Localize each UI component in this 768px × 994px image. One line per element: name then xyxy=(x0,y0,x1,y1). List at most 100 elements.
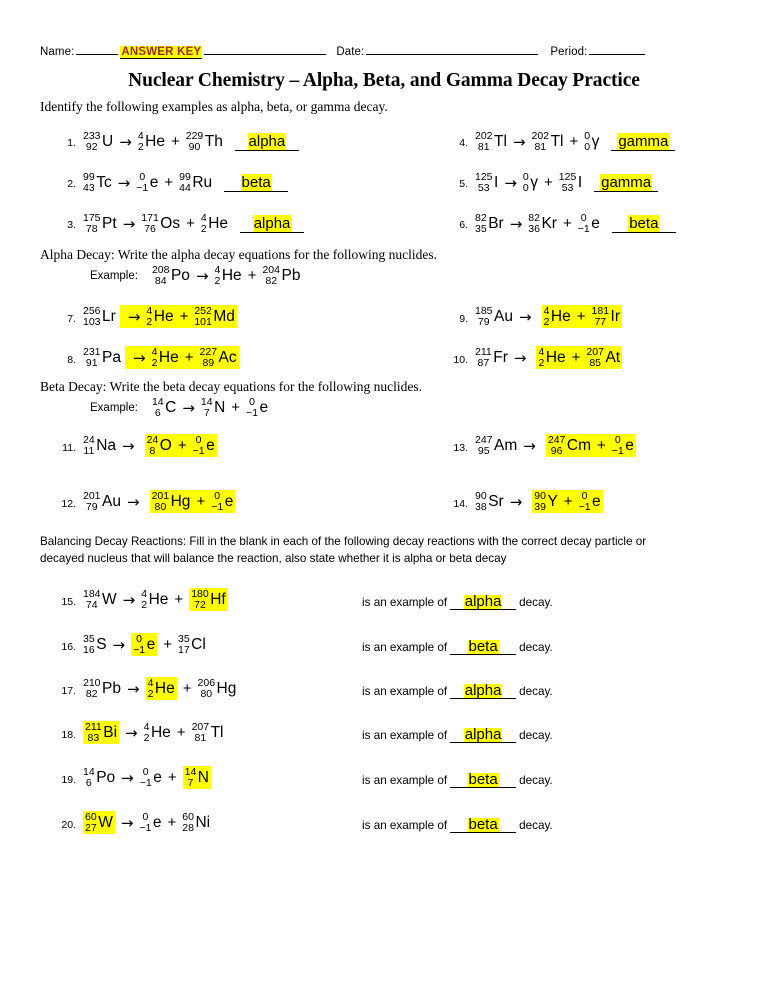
atomic-number: −1 xyxy=(611,444,624,457)
problem-number: 13. xyxy=(453,442,468,455)
answer-equation[interactable]: 4 2 He +181 77 Ir xyxy=(541,305,623,329)
mass-atomic-number: 125 53 xyxy=(559,172,577,193)
answer-equation[interactable]: 24 8 O +0 −1 e xyxy=(144,434,217,458)
decay-type-blank[interactable]: beta xyxy=(450,639,517,655)
nuclide-pt: 175 78 Pt xyxy=(83,213,117,234)
element-symbol: Tl xyxy=(550,132,564,150)
mass-atomic-number: 82 35 xyxy=(475,213,487,234)
atomic-number: 84 xyxy=(154,274,167,287)
answer-equation[interactable]: 201 80 Hg +0 −1 e xyxy=(149,490,236,514)
mass-atomic-number: 252 101 xyxy=(194,306,212,327)
decay-equation[interactable]: 184 74 W → 4 2 He +180 72 Hf xyxy=(83,588,228,612)
section2-example: Example: 208 84 Po → 4 2 He +204 82 Pb xyxy=(90,265,300,286)
mass-atomic-number: 207 85 xyxy=(586,347,604,368)
answer-blank[interactable]: alpha xyxy=(240,214,305,233)
answer-equation[interactable]: 4 2 He +207 85 At xyxy=(536,346,623,370)
element-symbol: He xyxy=(145,132,165,150)
nuclide-ir: 181 77 Ir xyxy=(592,306,621,327)
element-symbol: Au xyxy=(494,307,513,325)
atomic-number: −1 xyxy=(133,643,146,656)
answer-blank[interactable]: beta xyxy=(611,214,676,233)
decay-equation[interactable]: 211 83 Bi → 4 2 He +207 81 Tl xyxy=(83,721,224,745)
plus-operator: + xyxy=(170,133,180,151)
decay-equation[interactable]: 60 27 W → 0 −1 e +60 28 Ni xyxy=(83,811,210,835)
atomic-number: 7 xyxy=(187,776,194,789)
element-symbol: Na xyxy=(96,436,117,454)
answer-equation[interactable]: → 4 2 He +227 89 Ac xyxy=(125,346,239,370)
section4-instruction-line1: Balancing Decay Reactions: Fill in the b… xyxy=(40,535,647,548)
element-symbol: e xyxy=(146,635,156,653)
answer-equation[interactable]: → 4 2 He +252 101 Md xyxy=(119,305,237,329)
yields-arrow: → xyxy=(122,214,136,233)
nuclide-po: 208 84 Po xyxy=(152,265,190,286)
atomic-number: −1 xyxy=(578,500,591,513)
nuclide-n: 14 7 N xyxy=(182,766,211,790)
nuclide-he: 4 2 He xyxy=(146,306,173,327)
mass-atomic-number: 233 92 xyxy=(83,131,101,152)
element-symbol: He xyxy=(153,307,174,325)
mass-atomic-number: 14 7 xyxy=(185,767,197,788)
mass-atomic-number: 42 xyxy=(148,678,154,699)
problem-number: 18. xyxy=(61,729,76,742)
yields-arrow: → xyxy=(513,348,527,367)
decay-type-blank[interactable]: alpha xyxy=(450,683,517,699)
answer-text: alpha xyxy=(252,214,292,232)
decay-type-blank[interactable]: beta xyxy=(450,772,517,788)
answer-blank[interactable]: alpha xyxy=(234,132,299,151)
mass-atomic-number: 90 38 xyxy=(475,491,487,512)
element-symbol: Hg xyxy=(170,492,191,510)
example-of-trail-text: decay. xyxy=(519,774,553,787)
mass-atomic-number: 185 79 xyxy=(475,306,493,327)
element-symbol: Bi xyxy=(103,723,118,741)
mass-atomic-number: 24 11 xyxy=(83,435,95,456)
element-symbol: He xyxy=(154,679,175,697)
answer-equation[interactable]: 90 39 Y +0 −1 e xyxy=(532,490,603,514)
decay-type-answer: alpha xyxy=(463,593,503,610)
element-symbol: Hg xyxy=(216,679,237,697)
decay-type-blank[interactable]: alpha xyxy=(450,593,517,610)
atomic-number: 2 xyxy=(147,687,154,700)
plus-operator: + xyxy=(167,814,177,832)
element-symbol: Pb xyxy=(281,266,301,284)
nuclide-cm: 247 96 Cm xyxy=(548,435,591,456)
nuclide-hf: 180 72 Hf xyxy=(189,588,228,612)
decay-type-blank[interactable]: beta xyxy=(450,817,517,833)
nuclide-e: 0 −1 e xyxy=(139,812,161,833)
mass-atomic-number: 202 81 xyxy=(475,131,493,152)
nuclide-i: 125 53 I xyxy=(475,172,498,193)
yields-arrow: → xyxy=(519,307,532,326)
problem-row: 20. 60 27 W → 0 −1 e +60 28 Ni xyxy=(56,811,210,835)
nuclide-he: 4 2 He xyxy=(544,306,571,327)
mass-atomic-number: 175 78 xyxy=(83,213,101,234)
decay-equation[interactable]: 210 82 Pb → 4 2 He +206 80 Hg xyxy=(83,677,237,701)
answer-blank[interactable]: beta xyxy=(224,173,289,192)
mass-atomic-number: 0 −1 xyxy=(193,435,205,456)
decay-equation[interactable]: 35 16 S → 0 −1 e +35 17 Cl xyxy=(83,633,206,657)
atomic-number: 80 xyxy=(154,500,167,513)
decay-equation: 202 81 Tl → 202 81 Tl +0 0 γ xyxy=(475,131,599,152)
problem-number: 9. xyxy=(459,313,468,326)
element-symbol: e xyxy=(592,492,601,510)
plus-operator: + xyxy=(544,174,553,192)
answer-text: alpha xyxy=(247,132,287,150)
answer-equation[interactable]: 247 96 Cm +0 −1 e xyxy=(545,434,636,458)
element-symbol: He xyxy=(148,590,169,608)
nuclide-he: 4 2 He xyxy=(145,677,177,701)
plus-operator: + xyxy=(177,437,187,455)
yields-arrow: → xyxy=(127,492,140,511)
element-symbol: e xyxy=(153,768,162,786)
yields-arrow: → xyxy=(120,813,134,832)
element-symbol: Pt xyxy=(102,214,117,232)
nuclide-e: 0 −1 e xyxy=(579,491,601,512)
answer-blank[interactable]: gamma xyxy=(594,173,659,192)
date-rule xyxy=(366,42,539,55)
atomic-number: 8 xyxy=(149,444,156,457)
decay-type-blank[interactable]: alpha xyxy=(450,727,517,743)
decay-equation[interactable]: 14 6 Po → 0 −1 e +14 7 N xyxy=(83,766,211,790)
atomic-number: −1 xyxy=(577,222,590,235)
answer-blank[interactable]: gamma xyxy=(611,132,676,151)
yields-arrow: → xyxy=(509,214,523,233)
problem-number: 15. xyxy=(61,596,76,609)
atomic-number: 39 xyxy=(534,500,546,513)
mass-atomic-number: 99 43 xyxy=(83,172,95,193)
